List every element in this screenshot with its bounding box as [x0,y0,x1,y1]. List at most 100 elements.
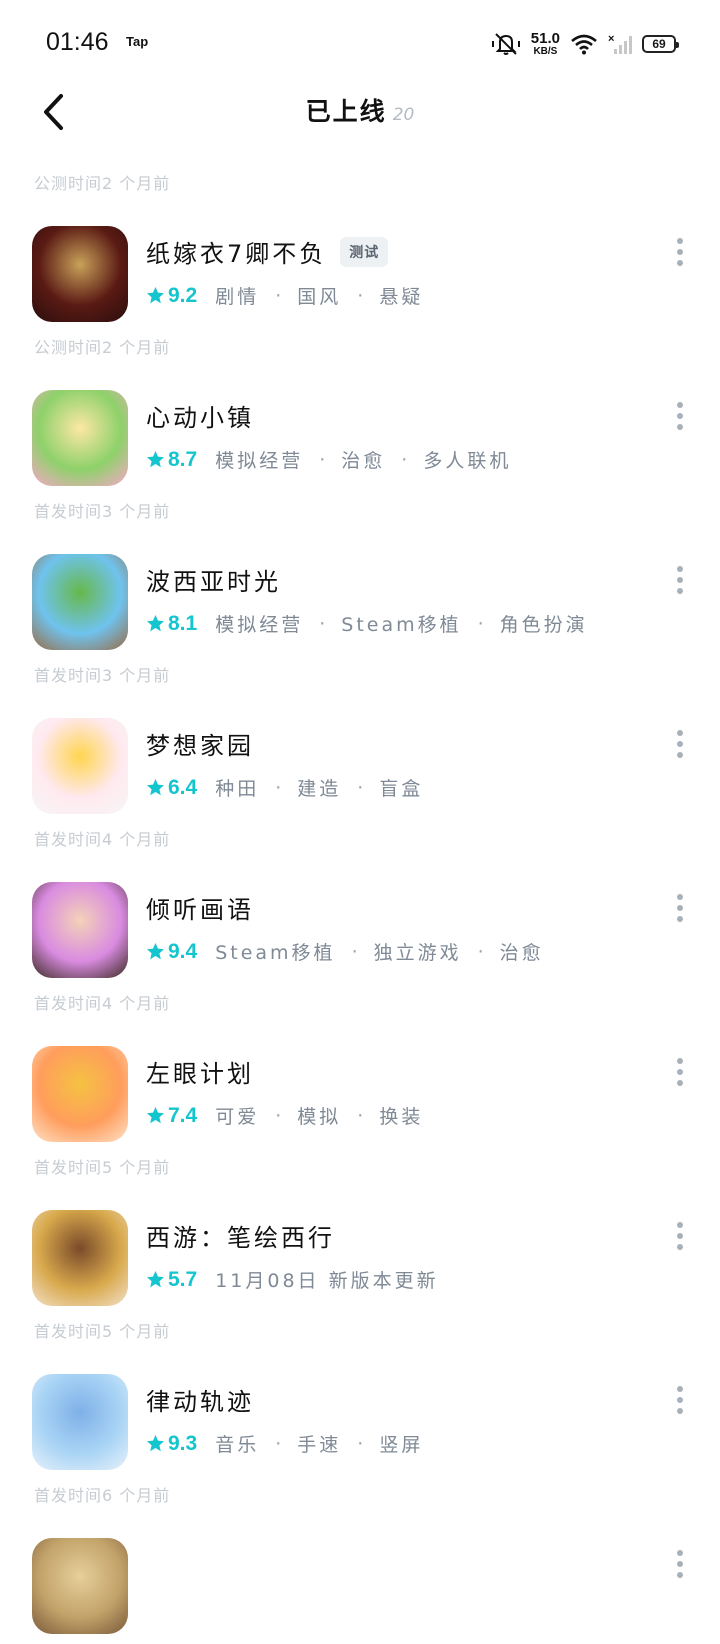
game-tag[interactable]: 手速 [297,1430,341,1457]
more-options-icon[interactable] [670,1386,690,1414]
star-icon [146,1270,165,1288]
release-date-label: 公测时间2 个月前 [34,174,171,193]
game-tag[interactable]: 模拟 [297,1102,341,1129]
game-tag[interactable]: Steam移植 [341,610,461,637]
more-dot [677,588,683,594]
game-tag[interactable]: 悬疑 [379,282,423,309]
game-list-item[interactable]: 心动小镇 8.7 模拟经营 · 治愈 · 多人联机 [0,360,720,496]
game-tag[interactable]: 剧情 [215,282,259,309]
game-icon[interactable] [32,1046,128,1142]
game-icon[interactable] [32,554,128,650]
game-name[interactable]: 倾听画语 [146,890,254,925]
battery-icon: 69 [642,35,679,53]
game-list-item[interactable]: 律动轨迹 9.3 音乐 · 手速 · 竖屏 [0,1344,720,1480]
game-tag[interactable]: 音乐 [215,1430,259,1457]
game-tag[interactable]: 模拟经营 [215,446,303,473]
game-name[interactable]: 心动小镇 [146,398,254,433]
release-date-label: 首发时间3 个月前 [34,666,171,685]
status-app-label: Tap [126,34,149,49]
more-dot [677,752,683,758]
game-tag[interactable]: 治愈 [341,446,385,473]
tag-separator: · [477,940,484,963]
more-dot [677,1222,683,1228]
status-icons: 51.0 KB/S × 69 [491,28,679,60]
more-dot [677,1069,683,1075]
release-date-label: 首发时间5 个月前 [34,1158,171,1177]
game-icon[interactable] [32,390,128,486]
tag-separator: · [357,1432,364,1455]
svg-text:×: × [608,33,614,45]
more-dot [677,424,683,430]
tag-separator: · [357,284,364,307]
game-score: 6.4 [168,775,198,799]
release-date-label: 公测时间2 个月前 [34,338,171,357]
game-icon[interactable] [32,718,128,814]
release-date-label: 首发时间4 个月前 [34,994,171,1013]
game-name[interactable]: 波西亚时光 [146,562,281,597]
game-icon[interactable] [32,1374,128,1470]
game-meta-row: 6.4 种田 · 建造 · 盲盒 [146,774,423,801]
release-date-label: 首发时间5 个月前 [34,1322,171,1341]
game-name[interactable]: 左眼计划 [146,1054,254,1089]
tag-separator: · [275,1432,282,1455]
game-list-item[interactable]: 梦想家园 6.4 种田 · 建造 · 盲盒 [0,688,720,824]
game-tag[interactable]: 11月08日 新版本更新 [215,1266,438,1293]
game-tag[interactable]: 竖屏 [379,1430,423,1457]
game-tag[interactable]: 建造 [297,774,341,801]
game-name-row: 梦想家园 [146,726,254,761]
more-dot [677,238,683,244]
game-tag[interactable]: 治愈 [500,938,544,965]
game-list-item[interactable]: 倾听画语 9.4 Steam移植 · 独立游戏 · 治愈 [0,852,720,988]
game-list-item[interactable] [0,1508,720,1644]
game-tag[interactable]: 盲盒 [379,774,423,801]
game-tag[interactable]: 角色扮演 [500,610,588,637]
game-tag[interactable]: 多人联机 [423,446,511,473]
game-tag[interactable]: Steam移植 [215,938,335,965]
more-dot [677,260,683,266]
game-list-item[interactable]: 纸嫁衣7卿不负 测试 9.2 剧情 · 国风 · 悬疑 [0,196,720,332]
game-score: 9.3 [168,1431,198,1455]
no-signal-icon: × [608,33,632,54]
game-score: 9.4 [168,939,198,963]
game-icon[interactable] [32,1538,128,1634]
more-dot [677,1397,683,1403]
game-tag[interactable]: 模拟经营 [215,610,303,637]
more-options-icon[interactable] [670,1058,690,1086]
game-list-item[interactable]: 左眼计划 7.4 可爱 · 模拟 · 换装 [0,1016,720,1152]
test-badge: 测试 [340,236,389,267]
game-tag[interactable]: 种田 [215,774,259,801]
game-tag[interactable]: 独立游戏 [374,938,462,965]
mute-bell-icon [491,33,520,55]
game-name[interactable]: 纸嫁衣7卿不负 [146,234,326,269]
game-list-item[interactable]: 西游：笔绘西行 5.7 11月08日 新版本更新 [0,1180,720,1316]
star-icon [146,614,165,632]
game-list: 公测时间2 个月前 纸嫁衣7卿不负 测试 9.2 剧情 · 国风 · 悬疑 公测时间2 个月前 心动… [0,168,720,1644]
game-tag[interactable]: 可爱 [215,1102,259,1129]
more-options-icon[interactable] [670,894,690,922]
more-options-icon[interactable] [670,566,690,594]
game-name[interactable]: 律动轨迹 [146,1382,254,1417]
game-meta-row: 8.7 模拟经营 · 治愈 · 多人联机 [146,446,511,473]
more-options-icon[interactable] [670,238,690,266]
star-icon [146,1434,165,1452]
status-time: 01:46 [46,28,109,56]
tag-separator: · [357,776,364,799]
more-options-icon[interactable] [670,1222,690,1250]
more-options-icon[interactable] [670,402,690,430]
game-name[interactable]: 梦想家园 [146,726,254,761]
net-speed-value: 51.0 [530,30,560,47]
game-icon[interactable] [32,882,128,978]
game-tag[interactable]: 国风 [297,282,341,309]
game-list-item[interactable]: 波西亚时光 8.1 模拟经营 · Steam移植 · 角色扮演 [0,524,720,660]
game-name-row: 西游：笔绘西行 [146,1218,335,1253]
game-icon[interactable] [32,226,128,322]
game-name[interactable]: 西游：笔绘西行 [146,1218,335,1253]
game-name-row: 波西亚时光 [146,562,281,597]
more-dot [677,1561,683,1567]
more-options-icon[interactable] [670,730,690,758]
game-tag[interactable]: 换装 [379,1102,423,1129]
game-icon[interactable] [32,1210,128,1306]
tag-separator: · [401,448,408,471]
star-icon [146,1106,165,1124]
more-options-icon[interactable] [670,1550,690,1578]
